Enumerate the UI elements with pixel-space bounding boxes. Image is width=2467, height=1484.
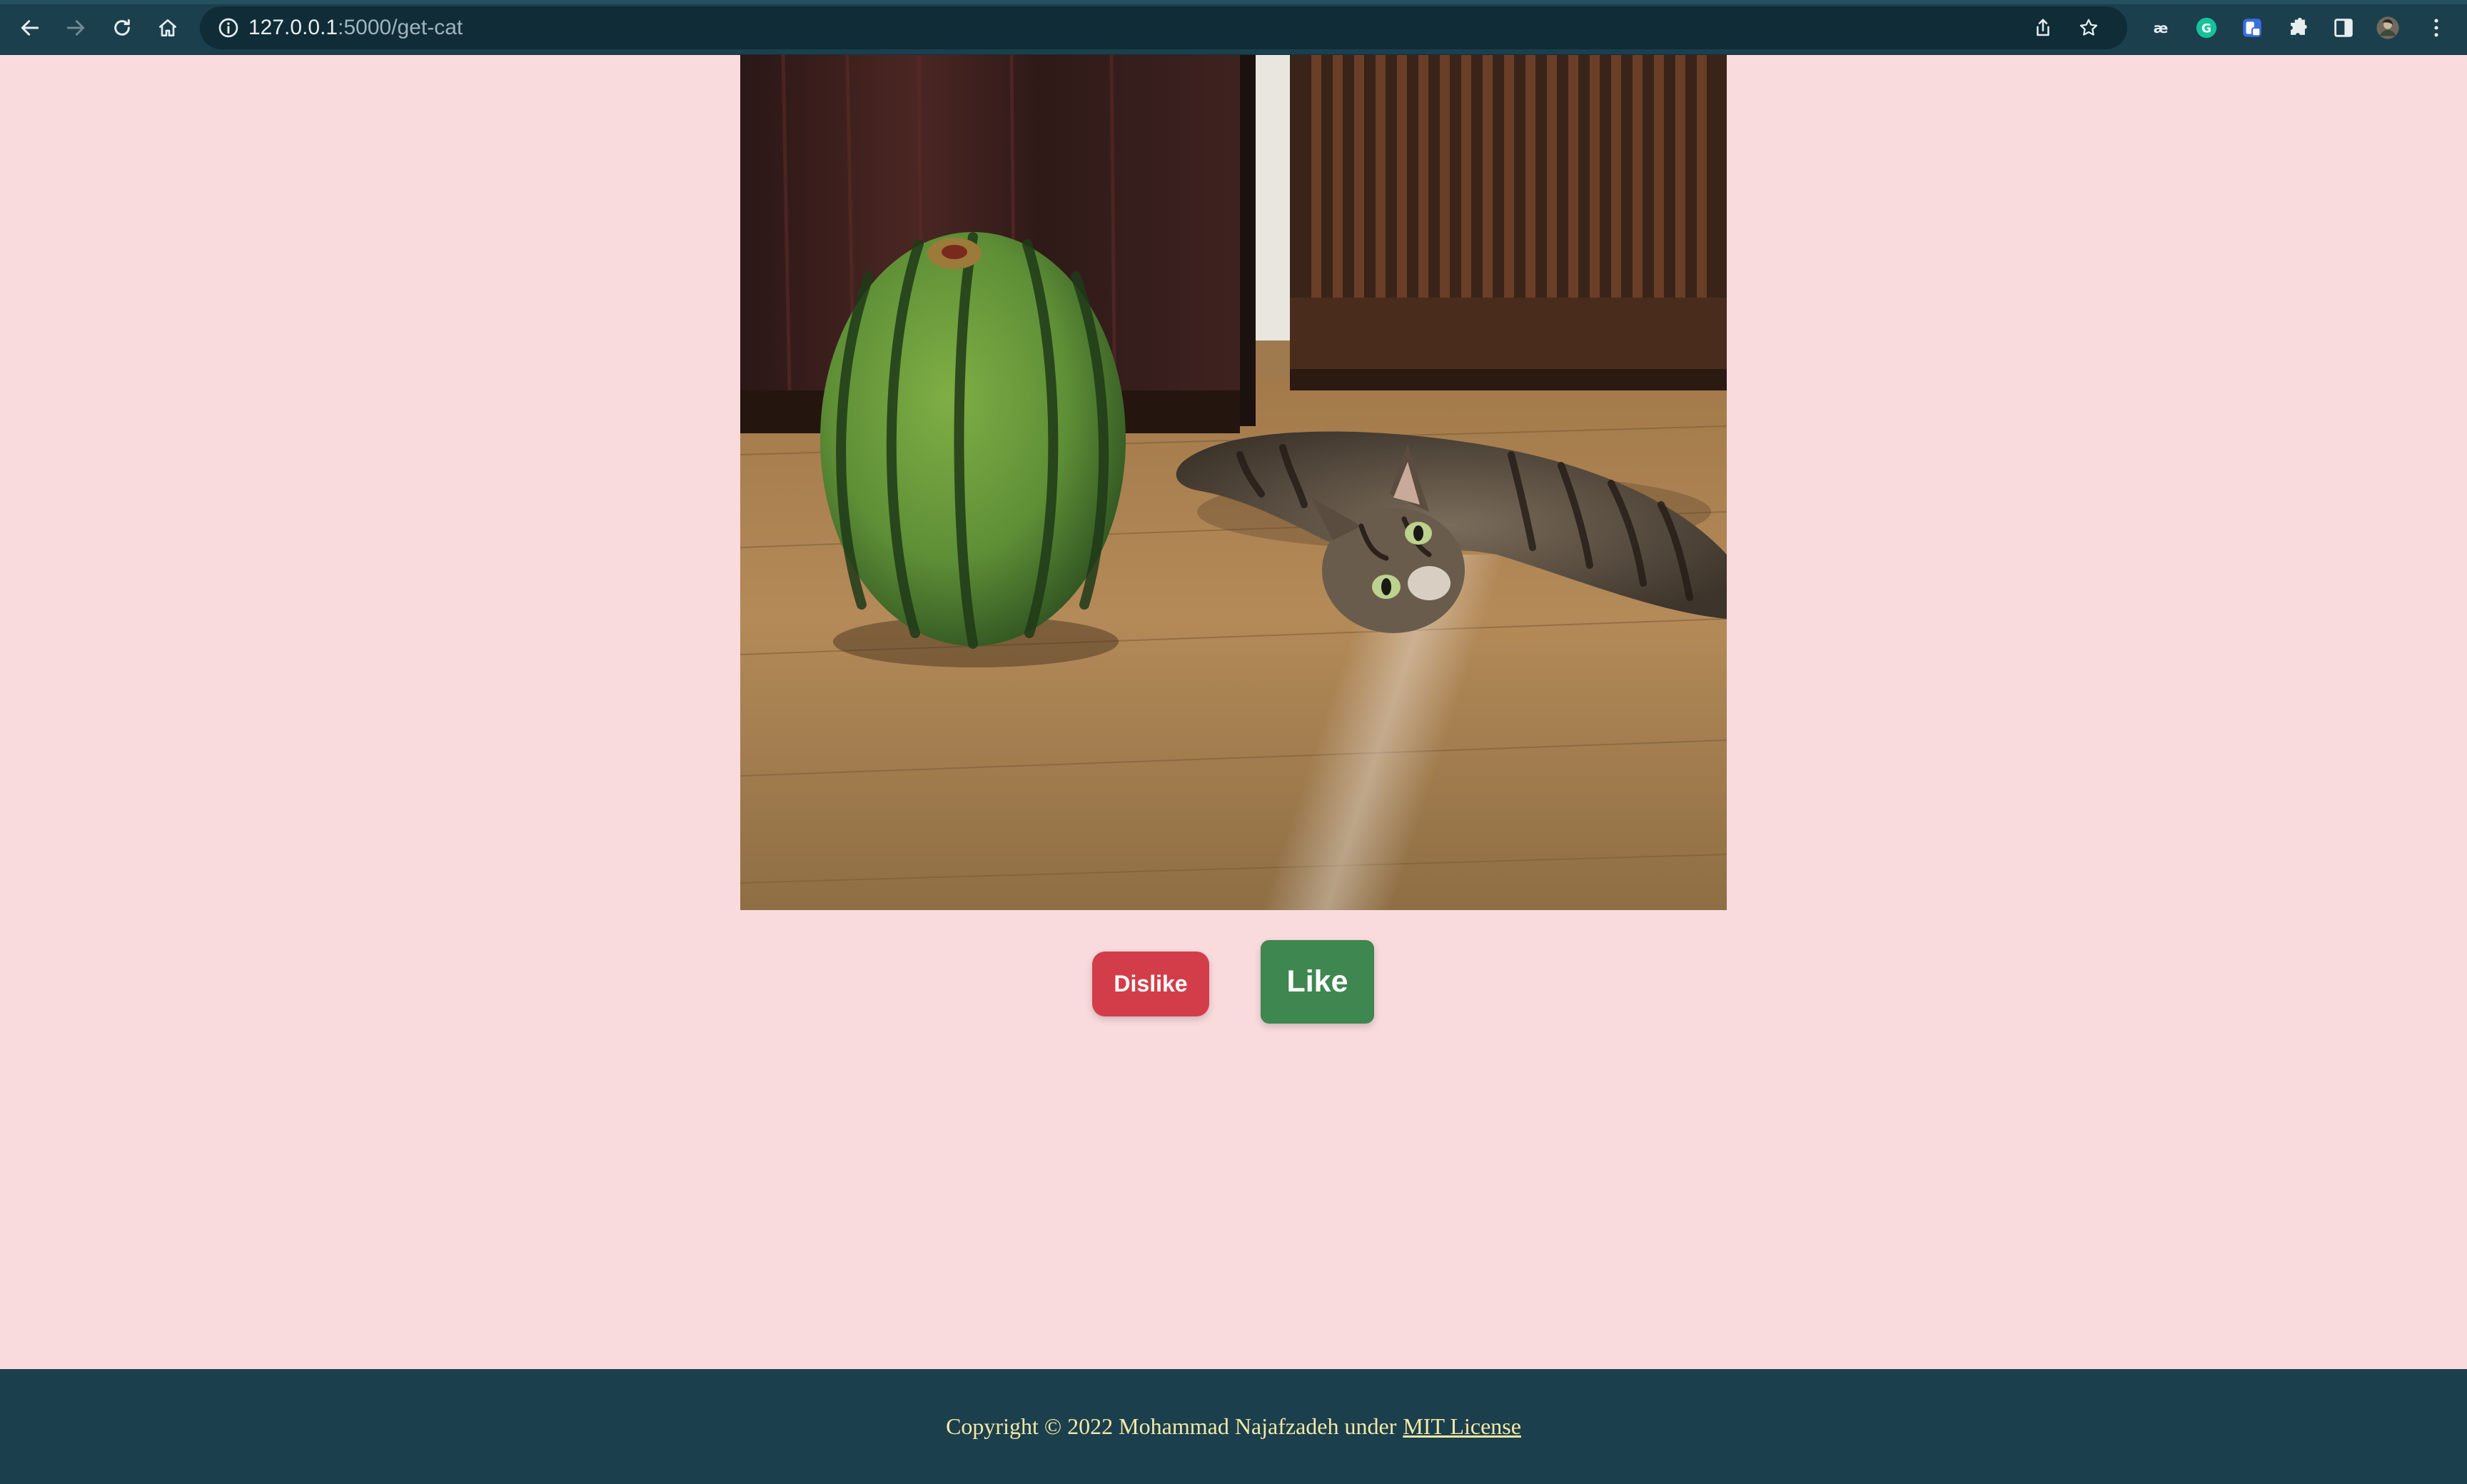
mit-license-link[interactable]: MIT License [1403,1413,1521,1440]
url-text: 127.0.0.1:5000/get-cat [248,6,463,49]
tab-strip-edge [0,0,2467,4]
like-button[interactable]: Like [1261,940,1374,1024]
cat-photo [740,55,1727,910]
copyright-text: Copyright © 2022 Mohammad Najafzadeh und… [946,1413,1397,1439]
side-panel-icon [2334,19,2353,37]
extension-shield[interactable] [2236,11,2269,44]
reload-icon [114,19,130,36]
avatar [2376,16,2399,39]
url-host: 127.0.0.1 [248,16,338,39]
forward-button[interactable] [58,10,94,46]
back-button[interactable] [12,10,48,46]
star-icon [2079,19,2098,36]
bookmark-button[interactable] [2074,14,2103,42]
extension-grammarly[interactable]: G [2190,11,2223,44]
grammarly-icon: G [2196,17,2217,39]
back-arrow-icon [21,20,39,36]
shield-extension-icon [2243,19,2261,37]
profile-button[interactable] [2371,11,2404,44]
extension-ae[interactable]: æ [2144,11,2177,44]
address-bar[interactable]: 127.0.0.1:5000/get-cat [200,6,2127,49]
svg-text:G: G [2201,21,2211,36]
page-footer: Copyright © 2022 Mohammad Najafzadeh und… [0,1369,2467,1484]
browser-toolbar: 127.0.0.1:5000/get-cat æ G [0,0,2467,55]
share-button[interactable] [2029,14,2057,42]
browser-menu-button[interactable] [2420,11,2453,44]
puzzle-icon [2291,17,2307,35]
forward-arrow-icon [66,20,85,36]
side-panel-button[interactable] [2327,11,2360,44]
more-vertical-icon [2434,19,2438,37]
svg-text:æ: æ [2154,20,2169,36]
home-button[interactable] [150,10,186,46]
cat-and-watermelon-illustration [740,55,1727,910]
ae-extension-icon: æ [2154,20,2169,36]
share-icon [2037,19,2049,36]
dislike-button[interactable]: Dislike [1092,952,1209,1016]
extensions-menu-button[interactable] [2281,11,2314,44]
url-path: :5000/get-cat [338,16,463,39]
site-info-icon[interactable] [217,16,240,39]
home-icon [159,19,176,36]
reload-button[interactable] [104,10,140,46]
